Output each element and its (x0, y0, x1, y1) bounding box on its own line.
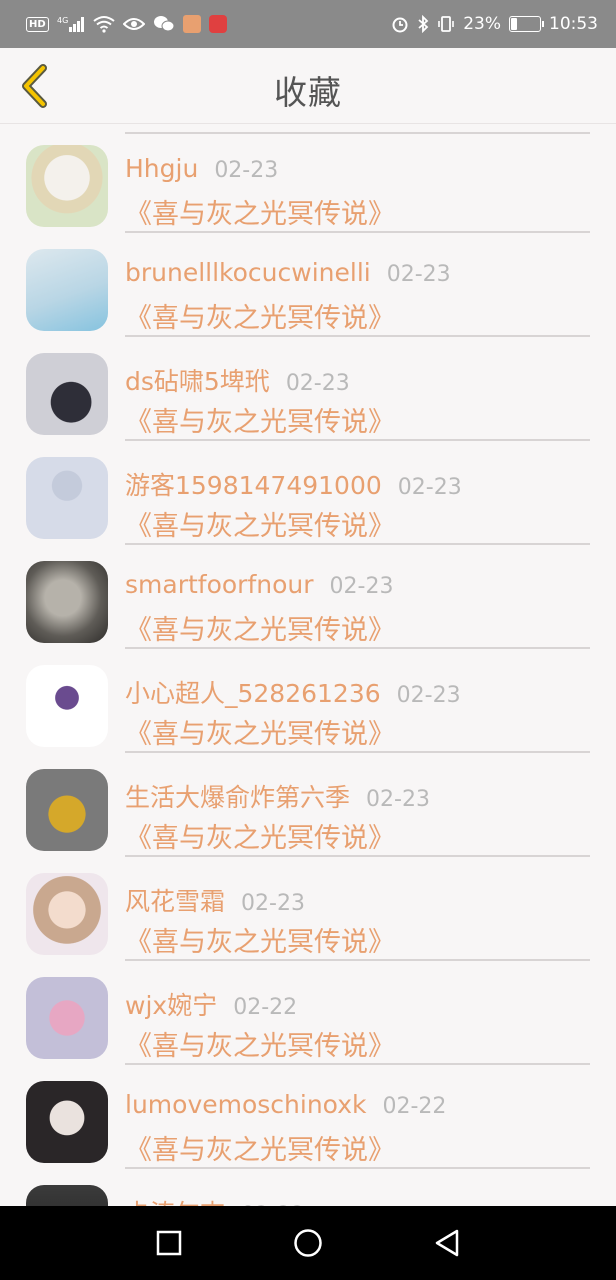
avatar[interactable] (26, 873, 108, 955)
status-bar: HD 4G 23% 10:53 (0, 0, 616, 48)
name-line: wjx婉宁 02-22 (125, 986, 297, 1022)
list-item[interactable]: 风花雪霜 02-23 《喜与灰之光冥传说》 (0, 852, 616, 961)
alarm-icon (391, 15, 409, 33)
user-name[interactable]: 卡涛勿杳 (125, 1199, 225, 1206)
app-header: 收藏 (0, 48, 616, 124)
page-title: 收藏 (274, 73, 342, 112)
name-line: Hhgju 02-23 (125, 154, 278, 183)
name-line: 生活大爆俞炸第六季 02-23 (125, 778, 430, 814)
avatar[interactable] (26, 769, 108, 851)
list-item[interactable]: wjx婉宁 02-22 《喜与灰之光冥传说》 (0, 956, 616, 1065)
favorite-date: 02-23 (241, 891, 305, 916)
user-name[interactable]: Hhgju (125, 154, 198, 183)
user-name[interactable]: 小心超人_528261236 (125, 679, 381, 708)
battery-percent: 23% (463, 14, 501, 34)
favorite-date: 02-23 (214, 158, 279, 183)
favorite-date: 02-23 (285, 371, 350, 396)
name-line: lumovemoschinoxk 02-22 (125, 1090, 446, 1119)
favorite-date: 02-23 (397, 475, 462, 500)
favorite-date: 02-23 (396, 683, 461, 708)
list-item[interactable]: ds砧啸5埤玳 02-23 《喜与灰之光冥传说》 (0, 332, 616, 441)
status-left: HD 4G (26, 15, 227, 33)
avatar[interactable] (26, 145, 108, 227)
recent-apps-button[interactable] (149, 1223, 189, 1263)
circle-icon (294, 1229, 322, 1257)
home-button[interactable] (288, 1223, 328, 1263)
favorite-date: 02-23 (329, 574, 394, 599)
book-title[interactable]: 《喜与灰之光冥传说》 (125, 296, 395, 335)
favorite-date: 02-23 (386, 262, 451, 287)
book-title[interactable]: 《喜与灰之光冥传说》 (125, 1128, 395, 1167)
battery-icon (509, 16, 544, 32)
name-line: ds砧啸5埤玳 02-23 (125, 362, 350, 398)
user-name[interactable]: lumovemoschinoxk (125, 1090, 366, 1119)
signal-label: 4G (57, 16, 68, 25)
app-notification-icon (182, 15, 201, 33)
list-item[interactable]: smartfoorfnour 02-23 《喜与灰之光冥传说》 (0, 540, 616, 649)
book-title[interactable]: 《喜与灰之光冥传说》 (125, 920, 395, 959)
user-name[interactable]: wjx婉宁 (125, 991, 217, 1020)
list-item[interactable]: brunelllkocucwinelli 02-23 《喜与灰之光冥传说》 (0, 228, 616, 337)
list-item[interactable]: Hhgju 02-23 《喜与灰之光冥传说》 (0, 124, 616, 233)
book-title[interactable]: 《喜与灰之光冥传说》 (125, 1024, 395, 1063)
user-name[interactable]: ds砧啸5埤玳 (125, 367, 270, 396)
list-item[interactable]: 生活大爆俞炸第六季 02-23 《喜与灰之光冥传说》 (0, 748, 616, 857)
book-title[interactable]: 《喜与灰之光冥传说》 (125, 192, 395, 231)
name-line: 游客1598147491000 02-23 (125, 466, 462, 502)
list-item[interactable]: 小心超人_528261236 02-23 《喜与灰之光冥传说》 (0, 644, 616, 753)
favorite-date: 02-22 (233, 995, 298, 1020)
wechat-icon (153, 15, 175, 33)
eye-icon (122, 16, 145, 32)
avatar[interactable] (26, 1081, 108, 1163)
name-line: 风花雪霜 02-23 (125, 882, 305, 918)
system-back-button[interactable] (427, 1223, 467, 1263)
avatar[interactable] (26, 1185, 108, 1206)
book-title[interactable]: 《喜与灰之光冥传说》 (125, 400, 395, 439)
book-title[interactable]: 《喜与灰之光冥传说》 (125, 816, 395, 855)
avatar[interactable] (26, 977, 108, 1059)
wifi-icon (93, 15, 115, 33)
avatar[interactable] (26, 665, 108, 747)
avatar[interactable] (26, 561, 108, 643)
signal-icon: 4G (57, 15, 85, 33)
favorites-list[interactable]: Hhgju 02-23 《喜与灰之光冥传说》 brunelllkocucwinelli… (0, 124, 616, 1206)
user-name[interactable]: smartfoorfnour (125, 570, 314, 599)
user-name[interactable]: brunelllkocucwinelli (125, 258, 371, 287)
user-name[interactable]: 生活大爆俞炸第六季 (125, 783, 350, 812)
navigation-bar (0, 1206, 616, 1280)
book-title[interactable]: 《喜与灰之光冥传说》 (125, 608, 395, 647)
name-line: 小心超人_528261236 02-23 (125, 674, 461, 710)
vibrate-icon (437, 15, 455, 33)
list-item[interactable]: 游客1598147491000 02-23 《喜与灰之光冥传说》 (0, 436, 616, 545)
book-title[interactable]: 《喜与灰之光冥传说》 (125, 712, 395, 751)
name-line: 卡涛勿杳02-22 (125, 1194, 305, 1206)
avatar[interactable] (26, 353, 108, 435)
avatar[interactable] (26, 249, 108, 331)
triangle-back-icon (435, 1229, 458, 1257)
bluetooth-icon (417, 15, 429, 33)
avatar[interactable] (26, 457, 108, 539)
user-name[interactable]: 游客1598147491000 (125, 471, 382, 500)
book-title[interactable]: 《喜与灰之光冥传说》 (125, 504, 395, 543)
hd-icon: HD (26, 16, 49, 32)
favorite-date: 02-23 (366, 787, 430, 812)
clock: 10:53 (549, 14, 598, 34)
app-notification-icon (208, 15, 227, 33)
favorite-date: 02-22 (382, 1094, 447, 1119)
name-line: smartfoorfnour 02-23 (125, 570, 393, 599)
list-item[interactable]: lumovemoschinoxk 02-22 《喜与灰之光冥传说》 (0, 1060, 616, 1169)
status-right: 23% 10:53 (391, 14, 598, 34)
name-line: brunelllkocucwinelli 02-23 (125, 258, 451, 287)
list-item[interactable]: 卡涛勿杳02-22 (0, 1164, 616, 1206)
user-name[interactable]: 风花雪霜 (125, 887, 225, 916)
square-icon (157, 1230, 182, 1256)
